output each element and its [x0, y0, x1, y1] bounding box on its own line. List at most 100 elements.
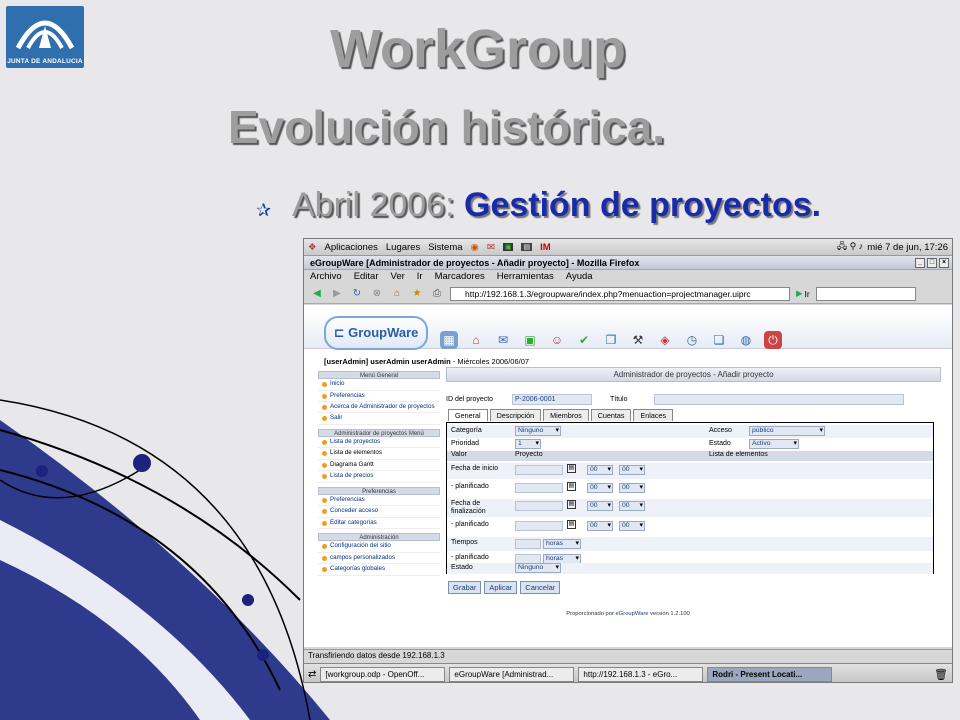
search-input[interactable]: [815, 286, 916, 301]
final-planificado-input[interactable]: [515, 521, 563, 531]
task-egroupware[interactable]: eGroupWare [Administrad...: [449, 666, 575, 682]
tab-enlaces[interactable]: Enlaces: [633, 409, 674, 421]
sidebar-item-acceso[interactable]: Conceder acceso: [318, 506, 440, 518]
menu-archivo[interactable]: Archivo: [310, 271, 342, 282]
close-button[interactable]: ×: [939, 257, 949, 268]
go-button[interactable]: ▶ Ir: [796, 288, 810, 299]
tray-icons[interactable]: 🖧 ⚲ ♪: [837, 239, 863, 255]
resources-app-icon[interactable]: ◈: [656, 331, 674, 349]
estado-select[interactable]: Activo: [749, 439, 799, 449]
cancelar-button[interactable]: Cancelar: [520, 581, 561, 594]
trash-icon[interactable]: 🗑: [934, 668, 952, 681]
sidebar-item-gantt[interactable]: Diagrama Gantt: [318, 460, 440, 471]
im-launcher-icon[interactable]: IM: [540, 242, 551, 253]
addressbook-app-icon[interactable]: ☺: [548, 331, 566, 349]
wiki-app-icon[interactable]: ❏: [710, 331, 728, 349]
forward-icon[interactable]: ▶: [330, 287, 344, 301]
menu-marcadores[interactable]: Marcadores: [435, 271, 485, 282]
timesheet-app-icon[interactable]: ◷: [683, 331, 701, 349]
fecha-final-hour[interactable]: 00: [587, 501, 613, 511]
panel-clock[interactable]: mié 7 de jun, 17:26: [867, 242, 948, 253]
print-icon[interactable]: ⎙: [430, 287, 444, 301]
maximize-button[interactable]: □: [927, 257, 937, 268]
project-title-field[interactable]: [654, 393, 904, 405]
calendar-icon[interactable]: ▤: [567, 500, 576, 509]
email-app-icon[interactable]: ✉: [494, 331, 512, 349]
files-app-icon[interactable]: ❐: [602, 331, 620, 349]
sidebar-item-categorias[interactable]: Editar categorías: [318, 518, 440, 529]
gnome-foot-icon[interactable]: ❖: [308, 242, 317, 253]
calendar-icon[interactable]: ▤: [567, 520, 576, 529]
inicio-planificado-hour[interactable]: 00: [587, 483, 613, 493]
fecha-inicio-input[interactable]: [515, 465, 563, 475]
menu-ir[interactable]: Ir: [417, 271, 423, 282]
acceso-select[interactable]: público: [749, 426, 825, 436]
tab-miembros[interactable]: Miembros: [543, 409, 589, 421]
sidebar-item-lista-elementos[interactable]: Lista de elementos: [318, 448, 440, 460]
task-openoffice[interactable]: [workgroup.odp - OpenOff...: [320, 666, 446, 682]
infolog-app-icon[interactable]: ✔: [575, 331, 593, 349]
sidebar-item-preferencias[interactable]: Preferencias: [318, 391, 440, 402]
prioridad-select[interactable]: 1: [515, 439, 541, 449]
fecha-final-input[interactable]: [515, 501, 563, 511]
task-firefox-2[interactable]: http://192.168.1.3 - eGro...: [578, 666, 704, 682]
back-icon[interactable]: ◀: [310, 287, 324, 301]
sidebar-item-prefs[interactable]: Preferencias: [318, 495, 440, 506]
stop-icon[interactable]: ⊗: [370, 287, 384, 301]
menu-editar[interactable]: Editar: [354, 271, 379, 282]
task-rodri[interactable]: Rodri - Present Locati...: [707, 666, 833, 682]
sidebar-item-config[interactable]: Configuración del sitio: [318, 541, 440, 553]
inicio-planificado-minute[interactable]: 00: [619, 483, 645, 493]
tiempos-unit[interactable]: horas: [543, 539, 581, 549]
fecha-inicio-minute[interactable]: 00: [619, 465, 645, 475]
tab-general[interactable]: General: [448, 409, 488, 421]
final-planificado-minute[interactable]: 00: [619, 521, 645, 531]
window-titlebar[interactable]: eGroupWare [Administrador de proyectos -…: [304, 256, 952, 270]
tiempos-input[interactable]: [515, 539, 541, 549]
calendar-app-icon[interactable]: ▣: [521, 331, 539, 349]
reload-icon[interactable]: ↻: [350, 287, 364, 301]
tab-cuentas[interactable]: Cuentas: [590, 409, 632, 421]
menu-ayuda[interactable]: Ayuda: [566, 271, 593, 282]
menu-ver[interactable]: Ver: [391, 271, 405, 282]
email-launcher-icon[interactable]: ✉: [487, 242, 495, 253]
calendar-icon[interactable]: ▤: [567, 482, 576, 491]
panel-menu-sistema[interactable]: Sistema: [428, 242, 462, 253]
sidebar-item-salir[interactable]: Salir: [318, 413, 440, 425]
categoria-select[interactable]: Ninguno: [515, 426, 561, 436]
show-desktop-icon[interactable]: ⇄: [308, 669, 316, 680]
estado2-select[interactable]: Ninguno: [515, 563, 561, 573]
calendar-icon[interactable]: ▤: [567, 464, 576, 473]
panel-menu-lugares[interactable]: Lugares: [386, 242, 420, 253]
sidebar-item-cat-globales[interactable]: Categorías globales: [318, 564, 440, 576]
egroupware-logo[interactable]: ⊏ GroupWare: [324, 316, 428, 350]
terminal-launcher-icon[interactable]: ▣: [502, 243, 514, 251]
minimize-button[interactable]: _: [915, 257, 925, 268]
fecha-final-minute[interactable]: 00: [619, 501, 645, 511]
bookmark-icon[interactable]: ★: [410, 287, 424, 301]
sidebar-item-acerca[interactable]: Acerca de Administrador de proyectos: [318, 402, 440, 413]
tab-descripcion[interactable]: Descripción: [489, 409, 542, 421]
url-input[interactable]: http://192.168.1.3/egroupware/index.php?…: [450, 286, 790, 301]
projectmanager-app-icon[interactable]: ⚒: [629, 331, 647, 349]
sidebar-item-inicio[interactable]: Inicio: [318, 379, 440, 391]
credit-link[interactable]: eGroupWare: [616, 611, 649, 617]
aplicar-button[interactable]: Aplicar: [484, 581, 518, 594]
menu-herramientas[interactable]: Herramientas: [497, 271, 554, 282]
knowledge-app-icon[interactable]: ◍: [737, 331, 755, 349]
firefox-launcher-icon[interactable]: ◉: [471, 242, 479, 253]
admin-app-icon[interactable]: ▦: [440, 331, 458, 349]
project-id-field[interactable]: P-2006-0001: [512, 393, 592, 405]
panel-menu-aplicaciones[interactable]: Aplicaciones: [325, 242, 378, 253]
sidebar-item-campos[interactable]: campos personalizados: [318, 553, 440, 564]
home-icon[interactable]: ⌂: [390, 287, 404, 301]
home-app-icon[interactable]: ⌂: [467, 331, 485, 349]
sidebar-item-lista-proyectos[interactable]: Lista de proyectos: [318, 437, 440, 448]
sidebar-item-precios[interactable]: Lista de precios: [318, 471, 440, 483]
editor-launcher-icon[interactable]: ▤: [521, 243, 533, 251]
inicio-planificado-input[interactable]: [515, 483, 563, 493]
fecha-inicio-hour[interactable]: 00: [587, 465, 613, 475]
logout-app-icon[interactable]: ⏻: [764, 331, 782, 349]
grabar-button[interactable]: Grabar: [448, 581, 482, 594]
final-planificado-hour[interactable]: 00: [587, 521, 613, 531]
